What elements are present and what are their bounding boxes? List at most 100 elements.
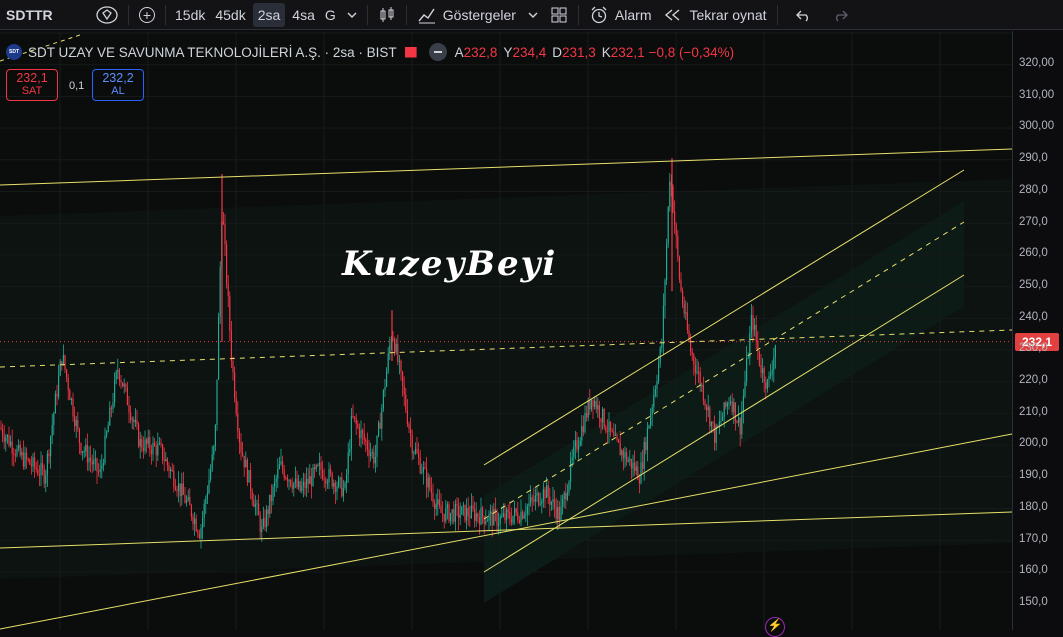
interval-2sa[interactable]: 2sa (252, 2, 286, 27)
candle-body (566, 492, 568, 500)
candle-body (517, 512, 519, 520)
candle-body (669, 181, 671, 208)
candle-body (317, 465, 319, 467)
candle-body (686, 312, 688, 331)
candle-body (232, 360, 234, 373)
candle-body (22, 452, 24, 467)
replay-button[interactable]: Tekrar oynat (657, 0, 772, 30)
candle-body (362, 430, 364, 434)
candle-body (102, 463, 104, 466)
redo-icon[interactable] (826, 0, 854, 30)
chevron-down-icon[interactable] (341, 0, 363, 30)
candle-body (245, 459, 247, 468)
candle-body (683, 303, 685, 314)
candle-body (696, 371, 698, 373)
candle-body (208, 479, 210, 494)
candle-body (512, 515, 514, 523)
interval-g[interactable]: G (320, 0, 341, 30)
candle-body (328, 469, 330, 483)
layout-grid-icon[interactable] (544, 0, 574, 30)
candle-body (747, 357, 749, 359)
candle-body (416, 448, 418, 454)
candle-body (445, 508, 447, 522)
interval-45dk[interactable]: 45dk (210, 0, 250, 30)
candle-body (192, 516, 194, 524)
buy-price: 232,2 (102, 71, 134, 85)
flash-icon[interactable]: ⚡ (765, 617, 785, 637)
candle-body (526, 506, 528, 514)
candle-body (558, 506, 560, 521)
symbol-search[interactable]: SDTTR (0, 0, 90, 30)
candle-body (352, 416, 354, 418)
price-axis[interactable]: 232,1 320,00 310,00 300,00 290,0 280,0 270,0 2… (1012, 31, 1063, 630)
candle-body (427, 477, 429, 488)
price-chart[interactable] (0, 31, 1012, 630)
candle-body (514, 508, 516, 516)
buy-button[interactable]: 232,2 AL (92, 69, 144, 101)
candle-body (565, 493, 567, 500)
undo-icon[interactable] (790, 0, 818, 30)
ohlc-high-key: Y (503, 44, 513, 60)
candle-body (274, 481, 276, 487)
candle-body (418, 453, 420, 458)
candle-body (635, 466, 637, 471)
candle-body (261, 526, 263, 532)
candle-body (141, 439, 143, 449)
candle-body (498, 523, 500, 526)
candle-body (302, 481, 304, 487)
candle-body (507, 509, 509, 512)
visibility-icon[interactable] (428, 43, 447, 61)
candle-body (318, 462, 320, 466)
candle-body (626, 452, 628, 462)
candle-body (698, 371, 700, 373)
candle-body (651, 407, 653, 415)
candle-body (6, 435, 8, 438)
candle-body (411, 435, 413, 454)
candle-body (253, 499, 255, 507)
interval-15dk[interactable]: 15dk (170, 0, 210, 30)
ohlc-open-value: 232,8 (463, 44, 498, 60)
candle-body (88, 457, 90, 463)
candle-body (547, 485, 549, 497)
candle-body (702, 384, 704, 401)
candle-body (440, 505, 442, 513)
candle-body (266, 509, 268, 528)
candle-body (469, 515, 471, 518)
candle-body (309, 476, 311, 484)
candle-body (752, 315, 754, 330)
candle-body (706, 405, 708, 411)
candle-body (594, 400, 596, 407)
candle-body (72, 398, 74, 417)
rewind-icon (663, 5, 683, 25)
candle-body (754, 325, 756, 330)
sell-label: SAT (21, 85, 43, 97)
candle-body (338, 478, 340, 487)
candle-body (520, 511, 522, 523)
candle-body (397, 343, 399, 362)
candle-body (656, 380, 658, 390)
candle-body (26, 452, 28, 460)
chevron-down-icon[interactable] (522, 0, 544, 30)
candle-body (38, 474, 40, 476)
indicators-button[interactable]: Göstergeler (411, 0, 522, 30)
candle-body (714, 423, 716, 443)
diamond-icon[interactable] (90, 0, 124, 30)
candle-body (171, 469, 173, 471)
add-symbol-icon[interactable]: + (133, 0, 161, 30)
sell-button[interactable]: 232,1 SAT (6, 69, 58, 101)
candles-icon[interactable] (372, 0, 402, 30)
candle-body (395, 343, 397, 353)
candle-body (330, 469, 332, 474)
candle-body (357, 424, 359, 428)
alarm-button[interactable]: Alarm (583, 0, 658, 30)
interval-4sa[interactable]: 4sa (287, 0, 320, 30)
candle-body (323, 478, 325, 480)
candle-body (170, 469, 172, 472)
candle-body (34, 457, 36, 468)
flag-icon[interactable] (404, 46, 417, 58)
candle-body (16, 448, 18, 456)
candle-body (739, 417, 741, 435)
candle-body (312, 467, 314, 486)
candle-body (229, 296, 231, 331)
candle-body (406, 410, 408, 425)
